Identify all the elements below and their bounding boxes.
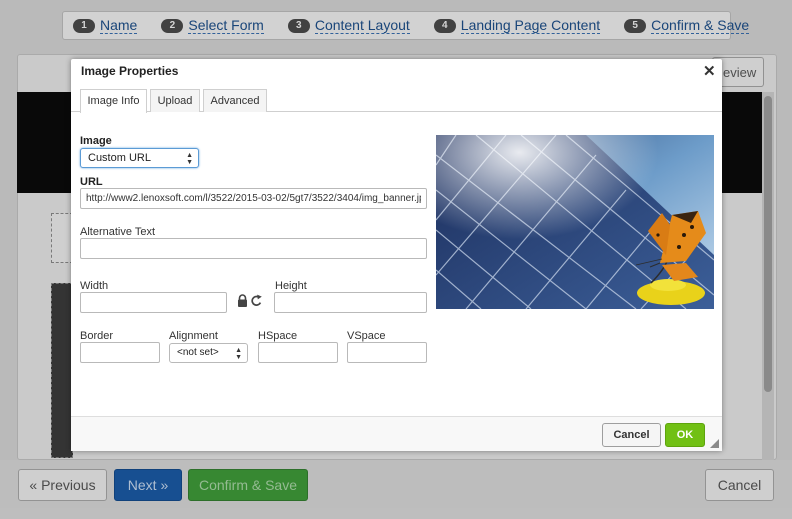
- ratio-controls: [237, 294, 263, 308]
- image-source-value: Custom URL: [88, 152, 151, 164]
- hspace-label: HSpace: [258, 330, 298, 342]
- alignment-select[interactable]: <not set> ▲ ▼: [169, 343, 248, 363]
- image-source-select[interactable]: Custom URL ▲ ▼: [80, 148, 199, 168]
- dialog-tabs: Image Info Upload Advanced: [71, 88, 722, 113]
- height-label: Height: [275, 280, 307, 292]
- image-properties-dialog: Image Properties ✕ Image Info Upload Adv…: [71, 59, 722, 451]
- vspace-label: VSpace: [347, 330, 386, 342]
- tab-advanced[interactable]: Advanced: [203, 89, 267, 112]
- dialog-ok-button[interactable]: OK: [665, 423, 705, 447]
- vspace-input[interactable]: [347, 342, 427, 363]
- border-label: Border: [80, 330, 114, 342]
- resize-grip-icon[interactable]: [710, 439, 719, 448]
- dialog-cancel-button[interactable]: Cancel: [602, 423, 661, 447]
- dialog-footer: Cancel OK: [71, 416, 722, 451]
- url-input[interactable]: [80, 188, 427, 209]
- select-arrows-icon: ▲ ▼: [235, 347, 242, 361]
- alt-text-input[interactable]: [80, 238, 427, 259]
- close-icon[interactable]: ✕: [703, 62, 716, 80]
- alt-text-label: Alternative Text: [80, 226, 156, 238]
- alignment-label: Alignment: [169, 330, 218, 342]
- dialog-title: Image Properties: [81, 64, 179, 78]
- tab-upload[interactable]: Upload: [150, 89, 200, 112]
- width-label: Width: [80, 280, 109, 292]
- select-arrows-icon: ▲ ▼: [186, 152, 193, 166]
- width-input[interactable]: [80, 292, 227, 313]
- url-label: URL: [80, 176, 103, 188]
- border-input[interactable]: [80, 342, 160, 363]
- hspace-input[interactable]: [258, 342, 338, 363]
- image-label: Image: [80, 135, 112, 147]
- image-preview: [436, 135, 714, 309]
- alignment-value: <not set>: [177, 347, 219, 358]
- tab-image-info[interactable]: Image Info: [80, 89, 147, 113]
- lock-icon[interactable]: [238, 294, 247, 307]
- height-input[interactable]: [274, 292, 427, 313]
- reset-size-icon[interactable]: [251, 294, 262, 306]
